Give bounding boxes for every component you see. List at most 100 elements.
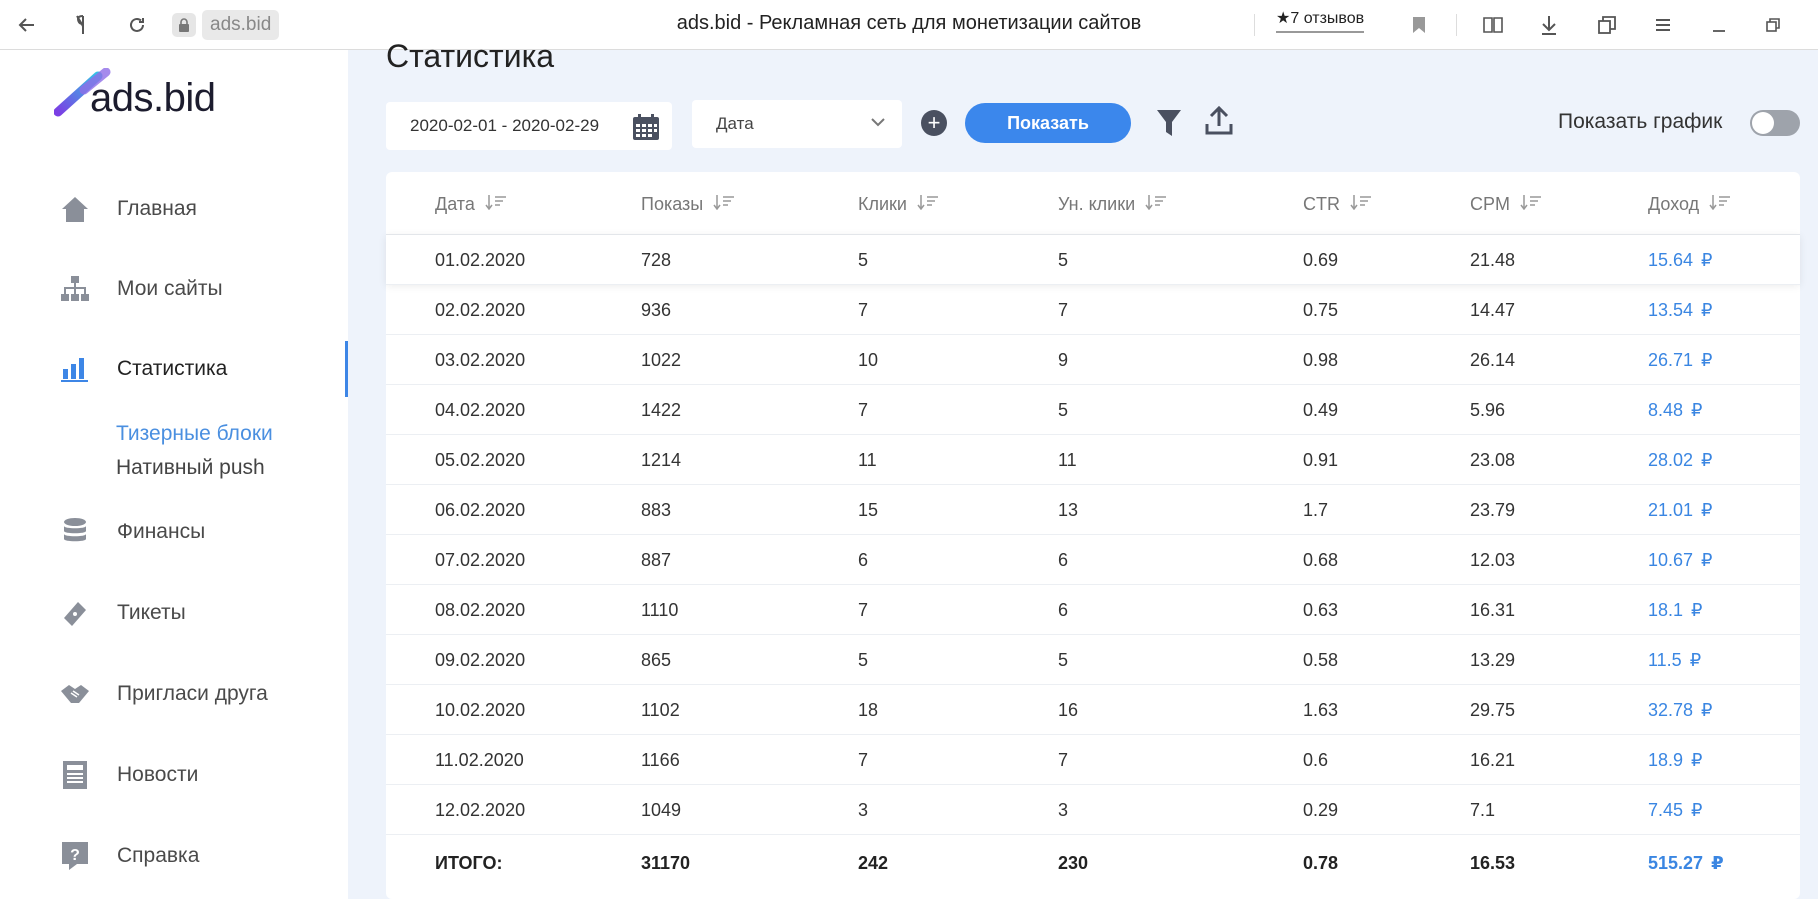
column-header[interactable]: Доход bbox=[1648, 194, 1731, 215]
export-icon[interactable] bbox=[1205, 105, 1233, 141]
cell-value: 10.02.2020 bbox=[435, 700, 526, 720]
ticket-icon bbox=[58, 596, 92, 630]
cell-value: 0.75 bbox=[1303, 300, 1339, 320]
cell-value: 18.9 bbox=[1648, 750, 1684, 770]
group-by-select[interactable]: Дата bbox=[692, 100, 902, 148]
table-cell: 03.02.2020 bbox=[435, 350, 525, 371]
sort-icon[interactable] bbox=[917, 194, 939, 215]
sidebar-item-label: Финансы bbox=[117, 520, 206, 543]
table-row[interactable]: 04.02.2020 1422 7 5 0.49 5.96 8.48 ₽ bbox=[386, 384, 1800, 434]
toggle-knob bbox=[1752, 112, 1774, 134]
table-row[interactable]: 02.02.2020 936 7 7 0.75 14.47 13.54 ₽ bbox=[386, 284, 1800, 334]
cell-value: 08.02.2020 bbox=[435, 600, 526, 620]
home-icon bbox=[58, 192, 92, 226]
sort-icon[interactable] bbox=[1520, 194, 1542, 215]
reviews-link[interactable]: ★7 отзывов bbox=[1276, 8, 1365, 33]
restore-icon[interactable] bbox=[1758, 10, 1788, 40]
table-cell: 11.02.2020 bbox=[435, 750, 524, 771]
date-range-input[interactable]: 2020-02-01 - 2020-02-29 bbox=[386, 102, 672, 150]
sort-icon[interactable] bbox=[1350, 194, 1372, 215]
cell-value: 0.63 bbox=[1303, 600, 1339, 620]
income-cell: 7.45 ₽ bbox=[1648, 800, 1703, 821]
reload-icon[interactable] bbox=[122, 10, 152, 40]
tabs-icon[interactable] bbox=[1592, 10, 1622, 40]
sidebar-item-news[interactable]: Новости bbox=[0, 747, 348, 803]
cell-value: 1022 bbox=[641, 350, 682, 370]
sidebar-item-label: Тикеты bbox=[117, 601, 186, 624]
cell-value: 7.1 bbox=[1470, 800, 1496, 820]
toolbar-divider bbox=[1254, 14, 1255, 36]
show-graph-toggle[interactable] bbox=[1750, 110, 1800, 136]
filter-icon[interactable] bbox=[1156, 108, 1182, 143]
sort-icon[interactable] bbox=[1709, 194, 1731, 215]
toolbar-divider bbox=[1456, 14, 1457, 36]
sidebar-item-tickets[interactable]: Тикеты bbox=[0, 585, 348, 641]
subitem-teaser-blocks[interactable]: Тизерные блоки bbox=[116, 422, 273, 446]
sort-icon[interactable] bbox=[713, 194, 735, 215]
cell-value: 15 bbox=[858, 500, 879, 520]
table-row[interactable]: 07.02.2020 887 6 6 0.68 12.03 10.67 ₽ bbox=[386, 534, 1800, 584]
table-row[interactable]: 11.02.2020 1166 7 7 0.6 16.21 18.9 ₽ bbox=[386, 734, 1800, 784]
cell-value: 29.75 bbox=[1470, 700, 1516, 720]
sidebar-item-statistics[interactable]: Статистика bbox=[0, 341, 348, 397]
table-cell: 3 bbox=[1058, 800, 1068, 821]
logo[interactable]: ads.bid bbox=[54, 62, 254, 124]
table-cell: 01.02.2020 bbox=[435, 250, 525, 271]
income-cell: 28.02 ₽ bbox=[1648, 450, 1713, 471]
table-row[interactable]: 06.02.2020 883 15 13 1.7 23.79 21.01 ₽ bbox=[386, 484, 1800, 534]
income-cell: 13.54 ₽ bbox=[1648, 300, 1713, 321]
column-header[interactable]: CPM bbox=[1470, 194, 1542, 215]
show-button[interactable]: Показать bbox=[965, 103, 1131, 143]
column-header[interactable]: CTR bbox=[1303, 194, 1372, 215]
sidebar-item-home[interactable]: Главная bbox=[0, 181, 348, 237]
cell-value: 0.29 bbox=[1303, 800, 1339, 820]
calendar-icon[interactable] bbox=[632, 113, 660, 146]
column-header[interactable]: Ун. клики bbox=[1058, 194, 1167, 215]
minimize-icon[interactable] bbox=[1704, 10, 1734, 40]
cell-value: 7 bbox=[1058, 300, 1069, 320]
total-cell: 31170 bbox=[641, 853, 690, 874]
address-bar[interactable]: ads.bid bbox=[172, 9, 280, 40]
table-cell: 11 bbox=[1058, 450, 1077, 471]
cell-value: 02.02.2020 bbox=[435, 300, 526, 320]
table-row[interactable]: 05.02.2020 1214 11 11 0.91 23.08 28.02 ₽ bbox=[386, 434, 1800, 484]
cell-value: 6 bbox=[858, 550, 869, 570]
column-header[interactable]: Показы bbox=[641, 194, 735, 215]
income-cell: 18.1 ₽ bbox=[1648, 600, 1703, 621]
sidebar-item-finance[interactable]: Финансы bbox=[0, 504, 348, 560]
cell-value: 15.64 bbox=[1648, 250, 1694, 270]
table-cell: 23.08 bbox=[1470, 450, 1515, 471]
sort-icon[interactable] bbox=[485, 194, 507, 215]
cell-value: 5 bbox=[1058, 650, 1069, 670]
table-row[interactable]: 12.02.2020 1049 3 3 0.29 7.1 7.45 ₽ bbox=[386, 784, 1800, 834]
table-row[interactable]: 08.02.2020 1110 7 6 0.63 16.31 18.1 ₽ bbox=[386, 584, 1800, 634]
table-row[interactable]: 10.02.2020 1102 18 16 1.63 29.75 32.78 ₽ bbox=[386, 684, 1800, 734]
table-row[interactable]: 01.02.2020 728 5 5 0.69 21.48 15.64 ₽ bbox=[386, 234, 1800, 284]
download-icon[interactable] bbox=[1534, 10, 1564, 40]
back-icon[interactable] bbox=[12, 10, 42, 40]
table-cell: 05.02.2020 bbox=[435, 450, 525, 471]
table-row[interactable]: 03.02.2020 1022 10 9 0.98 26.14 26.71 ₽ bbox=[386, 334, 1800, 384]
cell-value: 10.67 bbox=[1648, 550, 1694, 570]
cell-value: 16.31 bbox=[1470, 600, 1516, 620]
reader-icon[interactable] bbox=[1478, 10, 1508, 40]
bookmark-icon[interactable] bbox=[1404, 10, 1434, 40]
sidebar-item-my-sites[interactable]: Мои сайты bbox=[0, 261, 348, 317]
total-cell: 0.78 bbox=[1303, 853, 1338, 874]
cell-value: 5 bbox=[1058, 400, 1069, 420]
question-icon: ? bbox=[58, 839, 92, 873]
table-cell: 1.7 bbox=[1303, 500, 1328, 521]
menu-icon[interactable] bbox=[1648, 10, 1678, 40]
sidebar-item-invite-friend[interactable]: Пригласи друга bbox=[0, 666, 348, 722]
sort-icon[interactable] bbox=[1145, 194, 1167, 215]
column-header[interactable]: Клики bbox=[858, 194, 939, 215]
subitem-native-push[interactable]: Нативный push bbox=[116, 456, 265, 480]
table-row[interactable]: 09.02.2020 865 5 5 0.58 13.29 11.5 ₽ bbox=[386, 634, 1800, 684]
cell-value: 0.6 bbox=[1303, 750, 1329, 770]
sidebar-item-help[interactable]: ? Справка bbox=[0, 828, 348, 884]
column-header[interactable]: Дата bbox=[435, 194, 507, 215]
table-cell: 936 bbox=[641, 300, 671, 321]
yandex-icon[interactable] bbox=[68, 10, 98, 40]
add-filter-button[interactable]: + bbox=[921, 110, 947, 136]
table-cell: 0.69 bbox=[1303, 250, 1338, 271]
